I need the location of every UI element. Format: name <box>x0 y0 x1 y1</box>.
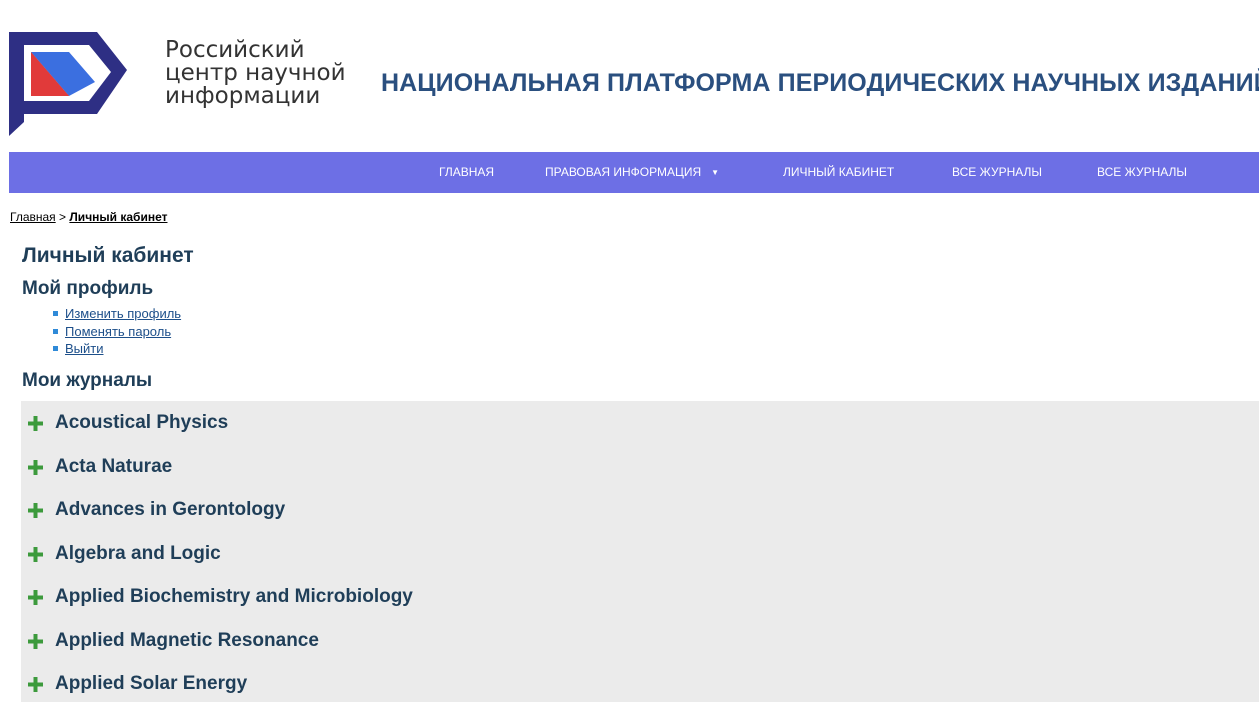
profile-section-title: Мой профиль <box>22 278 154 299</box>
journal-item[interactable]: Applied Biochemistry and Microbiology <box>21 575 1259 618</box>
breadcrumb: Главная > Личный кабинет <box>10 210 167 224</box>
bullet-icon <box>53 328 58 334</box>
plus-icon[interactable] <box>28 416 43 431</box>
journal-title[interactable]: Algebra and Logic <box>55 543 221 565</box>
edit-profile-link[interactable]: Изменить профиль <box>65 306 181 321</box>
journal-title[interactable]: Applied Magnetic Resonance <box>55 630 319 652</box>
plus-icon[interactable] <box>28 459 43 475</box>
nav-item-label: ВСЕ ЖУРНАЛЫ <box>952 165 1043 179</box>
rcsi-logo-icon[interactable] <box>9 32 151 136</box>
change-password-link[interactable]: Поменять пароль <box>65 324 171 339</box>
nav-item-legal-info[interactable]: ПРАВОВАЯ ИНФОРМАЦИЯ ▼ <box>545 165 719 180</box>
journal-title[interactable]: Applied Solar Energy <box>55 673 247 695</box>
journal-item[interactable]: Applied Magnetic Resonance <box>21 619 1259 662</box>
org-name-line3: информации <box>165 83 321 109</box>
nav-item-label: ВСЕ ЖУРНАЛЫ <box>1097 165 1188 179</box>
list-item: Поменять пароль <box>53 324 181 342</box>
journals-list: Acoustical Physics Acta Naturae Advances… <box>21 401 1259 702</box>
org-name-line2: центр научной <box>165 60 346 86</box>
site-header: Российский центр научной информации НАЦИ… <box>0 0 1259 152</box>
journal-item[interactable]: Acta Naturae <box>21 445 1259 488</box>
plus-icon[interactable] <box>28 590 43 605</box>
journal-item[interactable]: Algebra and Logic <box>21 532 1259 575</box>
nav-item-all-journals-2[interactable]: ВСЕ ЖУРНАЛЫ <box>1097 165 1187 180</box>
profile-links-list: Изменить профиль Поменять пароль Выйти <box>53 306 181 359</box>
plus-icon[interactable] <box>28 677 43 692</box>
plus-icon[interactable] <box>28 503 43 518</box>
org-name: Российский центр научной информации <box>165 39 365 108</box>
nav-item-home[interactable]: ГЛАВНАЯ <box>439 165 494 180</box>
page-title: Личный кабинет <box>22 244 194 267</box>
org-name-line1: Российский <box>165 37 305 63</box>
caret-down-icon: ▼ <box>711 168 720 177</box>
journals-section-title: Мои журналы <box>22 370 153 391</box>
breadcrumb-home-link[interactable]: Главная <box>10 210 56 224</box>
breadcrumb-separator: > <box>59 210 67 224</box>
bullet-icon <box>53 311 58 316</box>
journal-title[interactable]: Acoustical Physics <box>55 412 228 434</box>
bullet-icon <box>53 346 58 351</box>
logout-link[interactable]: Выйти <box>65 341 104 356</box>
platform-title: НАЦИОНАЛЬНАЯ ПЛАТФОРМА ПЕРИОДИЧЕСКИХ НАУ… <box>381 69 1259 97</box>
main-navbar: ГЛАВНАЯ ПРАВОВАЯ ИНФОРМАЦИЯ ▼ ЛИЧНЫЙ КАБИ… <box>9 152 1259 193</box>
nav-item-label: ЛИЧНЫЙ КАБИНЕТ <box>783 165 895 179</box>
nav-item-label: ГЛАВНАЯ <box>439 165 495 179</box>
journal-title[interactable]: Advances in Gerontology <box>55 499 285 521</box>
journal-title[interactable]: Acta Naturae <box>55 456 172 478</box>
plus-icon[interactable] <box>28 546 43 562</box>
journal-title[interactable]: Applied Biochemistry and Microbiology <box>55 586 413 608</box>
list-item: Изменить профиль <box>53 306 181 324</box>
nav-item-all-journals[interactable]: ВСЕ ЖУРНАЛЫ <box>952 165 1042 180</box>
list-item: Выйти <box>53 341 181 359</box>
journal-item[interactable]: Applied Solar Energy <box>21 662 1259 705</box>
plus-icon[interactable] <box>28 633 43 649</box>
nav-item-label: ПРАВОВАЯ ИНФОРМАЦИЯ <box>545 165 702 179</box>
journal-item[interactable]: Advances in Gerontology <box>21 488 1259 531</box>
nav-item-personal-account[interactable]: ЛИЧНЫЙ КАБИНЕТ <box>783 165 894 180</box>
breadcrumb-current: Личный кабинет <box>69 210 168 224</box>
journal-item[interactable]: Acoustical Physics <box>21 401 1259 444</box>
